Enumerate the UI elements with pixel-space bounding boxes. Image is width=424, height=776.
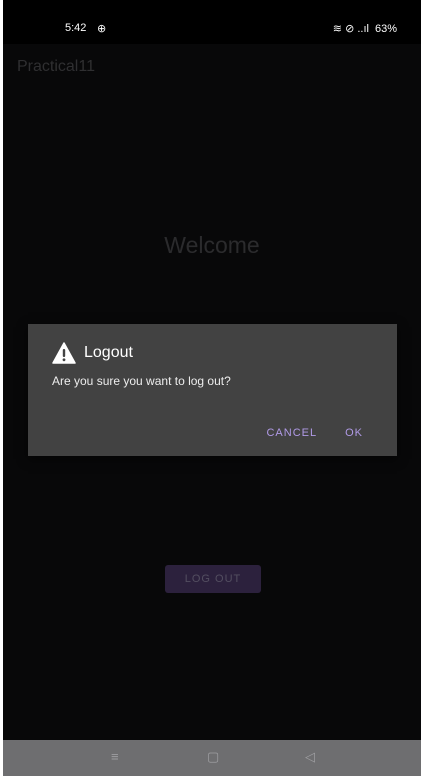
dialog-actions: CANCEL OK — [266, 427, 363, 439]
dialog-header: Logout — [52, 341, 133, 365]
warning-icon — [52, 342, 76, 364]
home-icon[interactable]: ▢ — [207, 748, 219, 766]
logout-dialog: Logout Are you sure you want to log out?… — [28, 324, 397, 456]
status-indicators: ≋ ⊘ ..ıl 63% — [332, 22, 397, 36]
status-notification-icon: ⊕ — [97, 23, 107, 35]
ok-button[interactable]: OK — [345, 427, 363, 439]
signal-icon: ≋ ⊘ ..ıl — [332, 23, 369, 35]
dialog-title: Logout — [84, 344, 133, 361]
status-bar: 5:42 ⊕ ≋ ⊘ ..ıl 63% — [3, 0, 421, 44]
battery-level: 63% — [374, 22, 397, 35]
status-time: 5:42 — [65, 22, 87, 34]
phone-screen: 5:42 ⊕ ≋ ⊘ ..ıl 63% Practical11 Welcome … — [3, 0, 421, 776]
menu-icon[interactable]: ≡ — [111, 748, 119, 766]
dialog-message: Are you sure you want to log out? — [52, 374, 231, 388]
cancel-button[interactable]: CANCEL — [266, 427, 317, 439]
back-icon[interactable]: ◁ — [305, 748, 315, 766]
navigation-bar: ≡ ▢ ◁ — [3, 740, 421, 776]
